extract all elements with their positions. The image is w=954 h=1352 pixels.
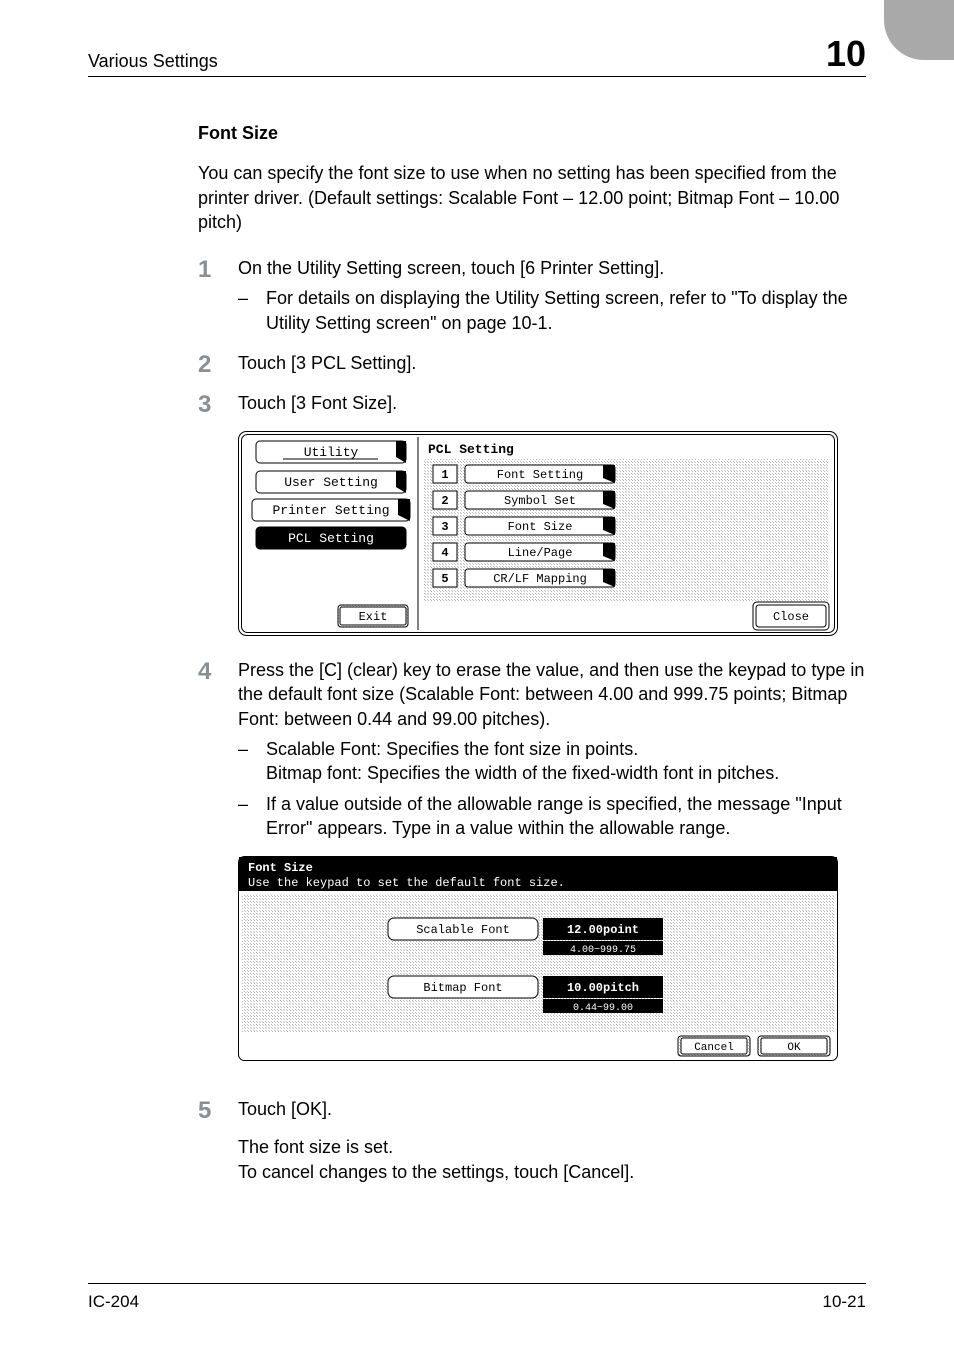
footer-model: IC-204 bbox=[88, 1292, 139, 1312]
svg-text:Scalable Font: Scalable Font bbox=[416, 923, 510, 937]
step-subtext: Scalable Font: Specifies the font size i… bbox=[266, 737, 779, 786]
header-section-title: Various Settings bbox=[88, 51, 218, 72]
svg-text:Symbol Set: Symbol Set bbox=[504, 494, 576, 508]
svg-text:CR/LF Mapping: CR/LF Mapping bbox=[493, 572, 587, 586]
step-number: 1 bbox=[198, 256, 238, 282]
close-button[interactable]: Close bbox=[753, 602, 829, 630]
step-result-1: The font size is set. bbox=[238, 1135, 866, 1159]
scalable-range: 4.00~999.75 bbox=[570, 945, 636, 956]
svg-text:Cancel: Cancel bbox=[694, 1042, 734, 1054]
svg-text:12.00point: 12.00point bbox=[567, 923, 639, 937]
tab-utility[interactable]: Utility bbox=[256, 441, 406, 463]
step-number: 5 bbox=[198, 1097, 238, 1123]
cancel-button[interactable]: Cancel bbox=[678, 1036, 750, 1056]
step-subtext: For details on displaying the Utility Se… bbox=[266, 286, 866, 335]
page-footer: IC-204 10-21 bbox=[88, 1283, 866, 1312]
tab-printer-setting[interactable]: Printer Setting bbox=[252, 499, 410, 521]
panel-subtitle: Use the keypad to set the default font s… bbox=[248, 876, 565, 890]
panel-title: PCL Setting bbox=[428, 442, 514, 457]
step-5: 5 Touch [OK]. The font size is set. To c… bbox=[198, 1097, 866, 1184]
scalable-font-value: 12.00point 4.00~999.75 bbox=[543, 918, 663, 956]
svg-text:4: 4 bbox=[441, 546, 448, 560]
header-chapter-number: 10 bbox=[826, 36, 866, 72]
svg-text:1: 1 bbox=[441, 468, 448, 482]
step-number: 4 bbox=[198, 658, 238, 684]
screenshot-font-size: Font Size Use the keypad to set the defa… bbox=[238, 856, 866, 1061]
tab-pcl-setting-active[interactable]: PCL Setting bbox=[256, 527, 406, 549]
screenshot-pcl-setting: Utility User Setting Printer Setting PCL… bbox=[238, 431, 866, 636]
svg-text:Printer Setting: Printer Setting bbox=[272, 503, 389, 518]
step-text: On the Utility Setting screen, touch [6 … bbox=[238, 256, 866, 280]
svg-text:3: 3 bbox=[441, 520, 448, 534]
svg-text:User Setting: User Setting bbox=[284, 475, 378, 490]
page-header: Various Settings 10 bbox=[88, 36, 866, 77]
svg-text:Bitmap Font: Bitmap Font bbox=[423, 981, 502, 995]
step-number: 3 bbox=[198, 391, 238, 417]
exit-button[interactable]: Exit bbox=[338, 605, 408, 627]
panel-title: Font Size bbox=[248, 861, 313, 875]
tab-user-setting[interactable]: User Setting bbox=[256, 471, 406, 493]
svg-text:Exit: Exit bbox=[359, 610, 388, 624]
svg-text:OK: OK bbox=[787, 1042, 801, 1054]
section-title: Font Size bbox=[198, 121, 866, 145]
intro-paragraph: You can specify the font size to use whe… bbox=[198, 161, 866, 234]
scalable-font-button[interactable]: Scalable Font bbox=[388, 918, 538, 940]
svg-text:2: 2 bbox=[441, 494, 448, 508]
corner-tab bbox=[884, 0, 954, 60]
svg-text:Font Size: Font Size bbox=[508, 520, 573, 534]
step-text: Touch [OK]. bbox=[238, 1097, 866, 1121]
svg-text:Line/Page: Line/Page bbox=[508, 546, 573, 560]
step-subtext: If a value outside of the allowable rang… bbox=[266, 792, 866, 841]
step-4: 4 Press the [C] (clear) key to erase the… bbox=[198, 658, 866, 842]
step-1: 1 On the Utility Setting screen, touch [… bbox=[198, 256, 866, 337]
bitmap-font-value: 10.00pitch 0.44~99.00 bbox=[543, 976, 663, 1014]
svg-text:5: 5 bbox=[441, 572, 448, 586]
bullet-dash: – bbox=[238, 286, 266, 310]
svg-text:Utility: Utility bbox=[304, 445, 359, 460]
svg-text:10.00pitch: 10.00pitch bbox=[567, 981, 639, 995]
svg-text:Font Setting: Font Setting bbox=[497, 468, 583, 482]
step-text: Press the [C] (clear) key to erase the v… bbox=[238, 658, 866, 731]
step-2: 2 Touch [3 PCL Setting]. bbox=[198, 351, 866, 377]
step-text: Touch [3 Font Size]. bbox=[238, 391, 866, 415]
bullet-dash: – bbox=[238, 737, 266, 761]
footer-page-number: 10-21 bbox=[823, 1292, 866, 1312]
step-number: 2 bbox=[198, 351, 238, 377]
bitmap-range: 0.44~99.00 bbox=[573, 1003, 633, 1014]
ok-button[interactable]: OK bbox=[758, 1036, 830, 1056]
svg-text:Close: Close bbox=[773, 610, 809, 624]
step-result-2: To cancel changes to the settings, touch… bbox=[238, 1160, 866, 1184]
bitmap-font-button[interactable]: Bitmap Font bbox=[388, 976, 538, 998]
step-3: 3 Touch [3 Font Size]. bbox=[198, 391, 866, 417]
svg-text:PCL Setting: PCL Setting bbox=[288, 531, 374, 546]
step-text: Touch [3 PCL Setting]. bbox=[238, 351, 866, 375]
bullet-dash: – bbox=[238, 792, 266, 816]
